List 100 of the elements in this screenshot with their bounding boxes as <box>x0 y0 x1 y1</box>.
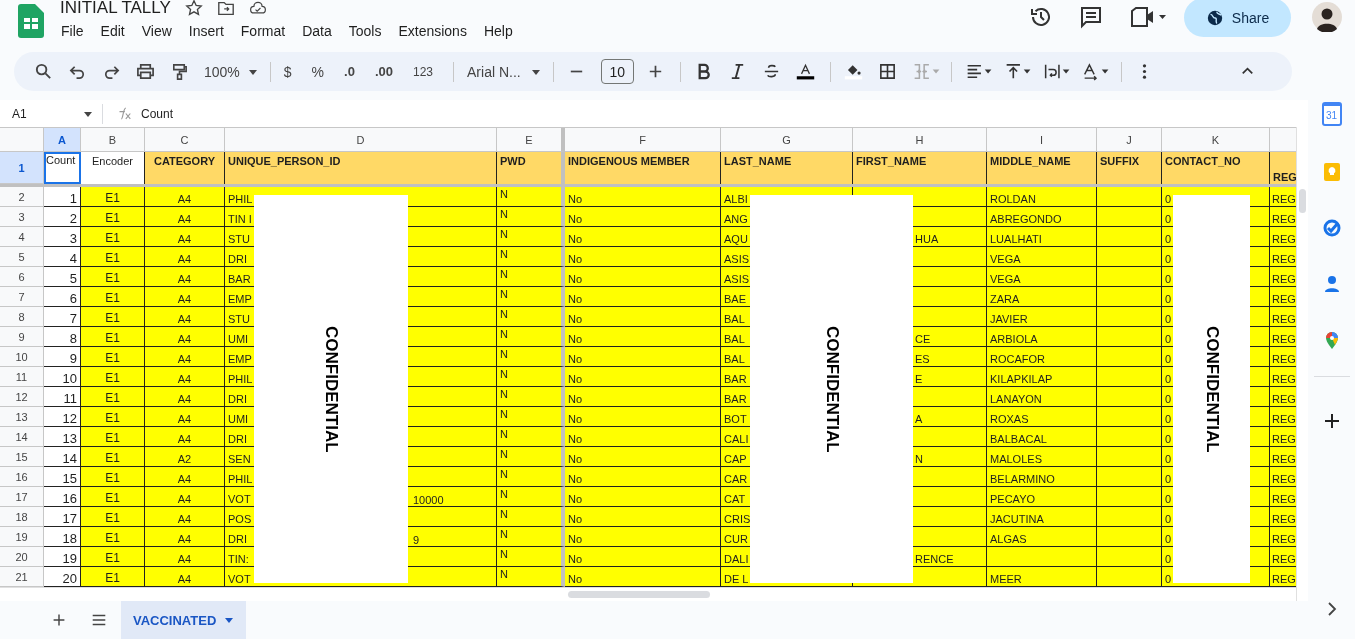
star-icon[interactable] <box>184 0 203 17</box>
row-number[interactable]: 15 <box>0 447 44 467</box>
table-cell <box>1097 467 1162 487</box>
sheets-logo-icon[interactable] <box>18 4 44 38</box>
document-title[interactable]: INITIAL TALLY <box>60 0 171 18</box>
column-header[interactable]: K <box>1162 128 1270 152</box>
table-cell: N <box>497 407 565 427</box>
paint-format-icon[interactable] <box>170 62 189 81</box>
share-button[interactable]: Share <box>1184 0 1291 37</box>
row-number[interactable]: 16 <box>0 467 44 487</box>
column-header[interactable]: J <box>1097 128 1162 152</box>
table-cell: No <box>565 287 721 307</box>
table-cell: REG <box>1270 267 1296 287</box>
menu-item[interactable]: Data <box>301 23 333 39</box>
table-cell: REG <box>1270 367 1296 387</box>
table-cell <box>1097 407 1162 427</box>
row-number[interactable]: 13 <box>0 407 44 427</box>
table-cell: A4 <box>145 407 225 427</box>
table-cell: No <box>565 487 721 507</box>
row-number[interactable]: 5 <box>0 247 44 267</box>
fill-color-icon[interactable] <box>843 62 863 81</box>
menu-item[interactable]: Insert <box>187 23 225 39</box>
video-call-icon[interactable] <box>1129 5 1169 29</box>
row-number[interactable]: 21 <box>0 567 44 587</box>
menu-item[interactable]: Format <box>239 23 287 39</box>
column-header[interactable]: G <box>721 128 853 152</box>
table-cell: 7 <box>44 307 81 327</box>
column-header[interactable]: B <box>81 128 145 152</box>
table-cell <box>1097 247 1162 267</box>
zoom-select[interactable]: 100% <box>204 63 240 80</box>
formula-input[interactable]: Count <box>141 106 174 121</box>
decrease-decimal-button[interactable]: .0 <box>344 64 355 79</box>
sheet-tab[interactable]: VACCINATED <box>121 601 247 639</box>
column-header[interactable]: H <box>853 128 987 152</box>
currency-button[interactable]: $ <box>283 63 292 80</box>
row-number[interactable]: 6 <box>0 267 44 287</box>
table-cell: N <box>497 187 565 207</box>
table-cell: VEGA <box>987 247 1097 267</box>
cloud-icon[interactable] <box>248 0 267 17</box>
table-cell: 8 <box>44 327 81 347</box>
scrollbar-thumb[interactable] <box>1299 189 1306 213</box>
row-number[interactable]: 1 <box>0 152 44 184</box>
table-cell: N <box>497 547 565 567</box>
table-cell: No <box>565 267 721 287</box>
table-cell: LUALHATI <box>987 227 1097 247</box>
number-format-button[interactable]: 123 <box>413 64 433 79</box>
avatar[interactable] <box>1312 2 1342 32</box>
table-cell: A4 <box>145 287 225 307</box>
table-cell: E1 <box>81 327 145 347</box>
row-number[interactable]: 9 <box>0 327 44 347</box>
table-cell: ARBIOLA <box>987 327 1097 347</box>
folder-icon[interactable] <box>216 0 235 17</box>
column-header[interactable]: I <box>987 128 1097 152</box>
row-number[interactable]: 3 <box>0 207 44 227</box>
table-cell: E1 <box>81 347 145 367</box>
row-number[interactable]: 4 <box>0 227 44 247</box>
menu-item[interactable]: View <box>140 23 173 39</box>
row-number[interactable]: 10 <box>0 347 44 367</box>
menu-item[interactable]: Extensions <box>397 23 468 39</box>
tasks-icon[interactable] <box>1321 218 1342 238</box>
row-number[interactable]: 17 <box>0 487 44 507</box>
comment-icon[interactable] <box>1079 5 1103 29</box>
row-number[interactable]: 19 <box>0 527 44 547</box>
column-header[interactable]: A <box>44 128 81 152</box>
column-header[interactable]: E <box>497 128 565 152</box>
row-number[interactable]: 12 <box>0 387 44 407</box>
column-header[interactable]: D <box>225 128 497 152</box>
table-cell: E1 <box>81 567 145 587</box>
table-cell: BALBACAL <box>987 427 1097 447</box>
percent-button[interactable]: % <box>311 63 325 80</box>
name-box[interactable]: A1 <box>12 106 83 121</box>
row-number[interactable]: 8 <box>0 307 44 327</box>
table-cell: 14 <box>44 447 81 467</box>
table-cell: No <box>565 247 721 267</box>
text-color-icon[interactable] <box>795 62 815 81</box>
calendar-icon[interactable]: 31 <box>1321 102 1342 126</box>
scrollbar-thumb[interactable] <box>568 591 710 598</box>
increase-decimal-button[interactable]: .00 <box>374 64 393 79</box>
column-header[interactable]: C <box>145 128 225 152</box>
table-cell: VEGA <box>987 267 1097 287</box>
print-icon[interactable] <box>136 62 155 81</box>
menu-item[interactable]: Tools <box>347 23 383 39</box>
row-number[interactable]: 2 <box>0 187 44 207</box>
table-cell <box>1097 367 1162 387</box>
row-number[interactable]: 14 <box>0 427 44 447</box>
menu-item[interactable]: Help <box>482 23 514 39</box>
menu-item[interactable]: Edit <box>99 23 126 39</box>
table-cell: REG <box>1270 207 1296 227</box>
row-number[interactable]: 7 <box>0 287 44 307</box>
row-number[interactable]: 11 <box>0 367 44 387</box>
search-icon[interactable] <box>34 62 53 81</box>
history-icon[interactable] <box>1029 5 1053 29</box>
column-header[interactable]: F <box>565 128 721 152</box>
row-number[interactable]: 20 <box>0 547 44 567</box>
borders-icon[interactable] <box>877 62 897 81</box>
menu-item[interactable]: File <box>60 23 85 39</box>
font-size-field[interactable]: 10 <box>600 59 634 84</box>
row-number[interactable]: 18 <box>0 507 44 527</box>
font-select[interactable]: Arial N... <box>467 63 521 80</box>
caret-icon[interactable] <box>224 615 235 625</box>
